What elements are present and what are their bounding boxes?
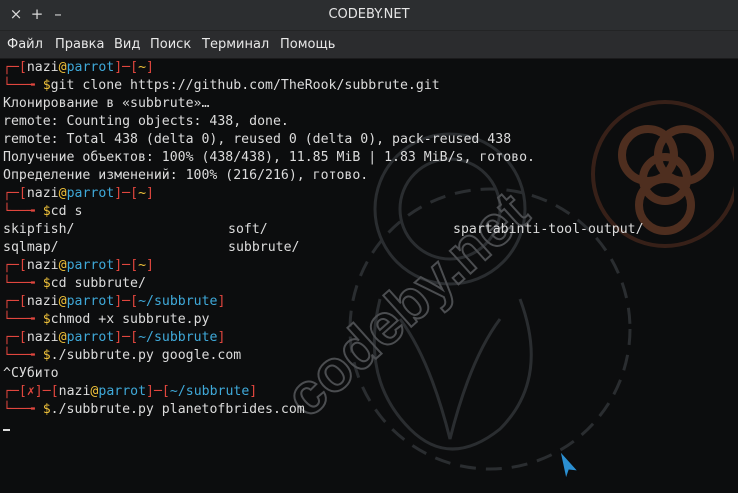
command-line: └──╼ $git clone https://github.com/TheRo… xyxy=(3,78,440,93)
terminal-output[interactable]: codeby.net ┌─[nazi@parrot]─[~] └──╼ $git… xyxy=(0,59,738,493)
text-cursor xyxy=(3,429,10,431)
terminal-window: × + – CODEBY.NET Файл Правка Вид Поиск Т… xyxy=(0,0,738,493)
error-mark: ✗ xyxy=(26,384,35,399)
output-line: remote: Total 438 (delta 0), reused 0 (d… xyxy=(3,132,512,147)
menu-search[interactable]: Поиск xyxy=(150,37,191,52)
window-title: CODEBY.NET xyxy=(328,7,410,22)
ls-output-row: sqlmap/subbrute/ xyxy=(3,240,300,255)
menu-edit[interactable]: Правка xyxy=(55,37,104,52)
prompt-line: ┌─[nazi@parrot]─[~] xyxy=(3,60,154,75)
prompt-line: ┌─[nazi@parrot]─[~] xyxy=(3,186,154,201)
terminal-lines: ┌─[nazi@parrot]─[~] └──╼ $git clone http… xyxy=(3,59,644,437)
command-line: └──╼ $cd subbrute/ xyxy=(3,276,146,291)
prompt-line: ┌─[nazi@parrot]─[~/subbrute] xyxy=(3,294,226,309)
scrollbar[interactable] xyxy=(734,59,738,493)
menu-view[interactable]: Вид xyxy=(114,37,140,52)
command-line: └──╼ $./subbrute.py planetofbrides.com xyxy=(3,402,305,417)
menu-bar: Файл Правка Вид Поиск Терминал Помощь xyxy=(0,31,738,59)
pointer-icon xyxy=(559,449,580,481)
prompt-line: ┌─[nazi@parrot]─[~] xyxy=(3,258,154,273)
menu-help[interactable]: Помощь xyxy=(280,37,335,52)
output-line: Определение изменений: 100% (216/216), г… xyxy=(3,168,369,183)
command-line: └──╼ $cd s xyxy=(3,204,83,219)
title-bar: × + – CODEBY.NET xyxy=(0,0,738,31)
prompt-line: ┌─[✗]─[nazi@parrot]─[~/subbrute] xyxy=(3,384,258,399)
output-line: Клонирование в «subbrute»… xyxy=(3,96,210,111)
output-line: Получение объектов: 100% (438/438), 11.8… xyxy=(3,150,535,165)
menu-terminal[interactable]: Терминал xyxy=(202,37,269,52)
ls-output-row: skipfish/soft/spartabinti-tool-output/ xyxy=(3,222,644,237)
command-line: └──╼ $chmod +x subbrute.py xyxy=(3,312,210,327)
output-line: remote: Counting objects: 438, done. xyxy=(3,114,289,129)
input-line[interactable] xyxy=(3,419,644,437)
command-line: └──╼ $./subbrute.py google.com xyxy=(3,348,242,363)
menu-file[interactable]: Файл xyxy=(7,37,43,52)
prompt-line: ┌─[nazi@parrot]─[~/subbrute] xyxy=(3,330,226,345)
output-line: ^CУбито xyxy=(3,366,59,381)
